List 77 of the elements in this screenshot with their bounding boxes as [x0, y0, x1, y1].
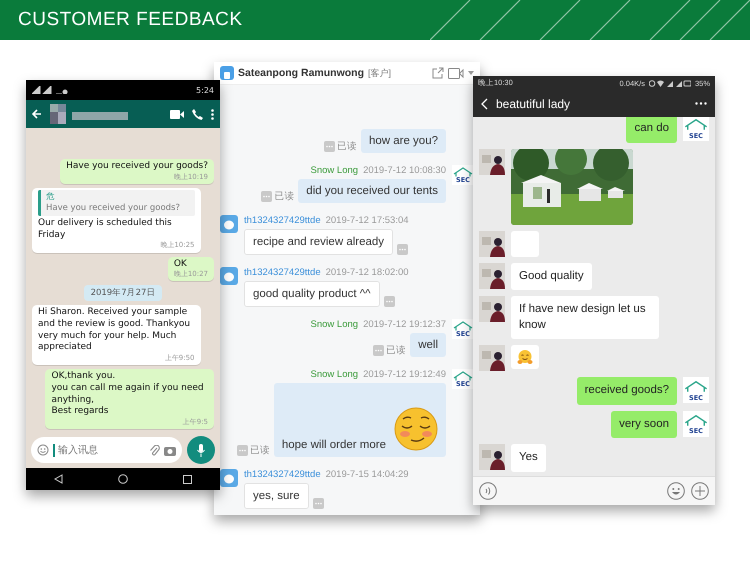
read-status: 已读: [274, 190, 294, 203]
message-bubble: good quality product ^^: [244, 281, 380, 307]
message-text: hope will order more: [282, 439, 386, 451]
avatar-icon: [479, 262, 505, 289]
menu-icon[interactable]: [211, 108, 214, 120]
sender-name: th1324327429ttde: [244, 267, 321, 278]
message-bubble: well: [410, 333, 446, 357]
text-input[interactable]: 输入讯息: [53, 444, 145, 456]
quote-author: 危: [46, 192, 56, 204]
avatar-icon: [479, 296, 505, 322]
message-bubble: did you received our tents: [298, 179, 446, 203]
message-time: 2019-7-12 18:02:00: [326, 267, 409, 278]
message-text: OK: [174, 258, 188, 270]
read-status: 已读: [336, 140, 357, 153]
mic-button[interactable]: [187, 436, 215, 464]
contact-avatar-icon: [220, 215, 238, 233]
sender-name: th1324327429ttde: [244, 469, 321, 480]
sender-name: Snow Long: [310, 369, 358, 380]
message-time: 2019-7-12 17:53:04: [326, 215, 409, 226]
message-bubble: Yes: [511, 444, 546, 472]
status-time: 5:24: [196, 86, 214, 94]
message-text: Our delivery is scheduled this Friday: [38, 218, 173, 241]
plus-icon[interactable]: [691, 482, 709, 500]
share-icon[interactable]: [432, 67, 444, 79]
contact-tag: [客户]: [368, 66, 392, 80]
message-bubble: Good quality: [511, 262, 592, 290]
emoji-icon[interactable]: [667, 482, 685, 500]
home-nav-icon[interactable]: [118, 474, 128, 484]
sender-name: Snow Long: [310, 165, 358, 176]
message-bubble: recipe and review already: [244, 229, 394, 255]
contact-avatar-icon: [220, 66, 234, 80]
message-bubble: yes, sure: [244, 483, 309, 509]
voice-icon[interactable]: [479, 482, 497, 500]
emoji-icon[interactable]: [37, 444, 49, 456]
message-time: 2019-7-12 19:12:37: [363, 319, 446, 330]
date-label: 2019年7月27日: [84, 285, 162, 302]
message-bubble: can do: [626, 117, 677, 143]
hugging-face-icon: [517, 349, 533, 366]
sender-name: Snow Long: [310, 319, 358, 330]
message-text: Have you received your goods?: [66, 161, 208, 173]
phone-icon[interactable]: [192, 108, 203, 120]
more-icon[interactable]: [695, 102, 707, 105]
message-time: 2019-7-12 19:12:49: [363, 369, 446, 380]
message-input-field[interactable]: 输入讯息: [31, 437, 182, 463]
message-bubble: received goods?: [576, 377, 677, 405]
avatar-icon: [479, 345, 505, 372]
sender-name: th1324327429ttde: [244, 215, 321, 226]
read-status: 已读: [250, 444, 270, 457]
back-icon[interactable]: [32, 109, 42, 119]
back-icon[interactable]: [481, 98, 488, 110]
read-status: 已读: [386, 344, 406, 357]
quote-text: Have you received your goods?: [46, 203, 181, 214]
smiling-face-icon: [394, 407, 438, 451]
message-time: 2019-7-15 14:04:29: [326, 469, 409, 480]
chat-title: beatutiful lady: [496, 96, 570, 110]
status-icons-drawing: [648, 80, 691, 86]
message-text: OK,thank you. you can call me again if you need anything, Best regards: [51, 371, 205, 418]
caret-icon[interactable]: [468, 71, 474, 75]
video-call-icon[interactable]: [448, 68, 464, 78]
back-nav-icon[interactable]: [54, 474, 63, 484]
avatar-icon: [479, 148, 505, 175]
mic-icon: [197, 444, 205, 456]
contact-avatar-icon: [220, 267, 238, 285]
video-call-icon[interactable]: [170, 110, 184, 118]
contact-avatar-icon: [220, 469, 238, 487]
banner-title: CUSTOMER FEEDBACK: [17, 9, 243, 31]
camera-icon[interactable]: [164, 444, 176, 456]
contact-name: Sateanpong Ramunwong: [238, 67, 364, 79]
paperclip-icon[interactable]: [149, 444, 160, 456]
message-time: 2019-7-12 10:08:30: [363, 165, 446, 176]
message-bubble: how are you?: [360, 129, 446, 153]
recents-nav-icon[interactable]: [183, 474, 192, 484]
message-bubble: If have new design let us know: [511, 296, 659, 340]
avatar-icon: [479, 444, 505, 470]
message-bubble: very soon: [611, 410, 677, 438]
message-text: Hi Sharon. Received your sample and the review is good. Thankyou very much for your help. Much appreciated: [38, 307, 192, 354]
avatar-icon: [479, 230, 505, 257]
